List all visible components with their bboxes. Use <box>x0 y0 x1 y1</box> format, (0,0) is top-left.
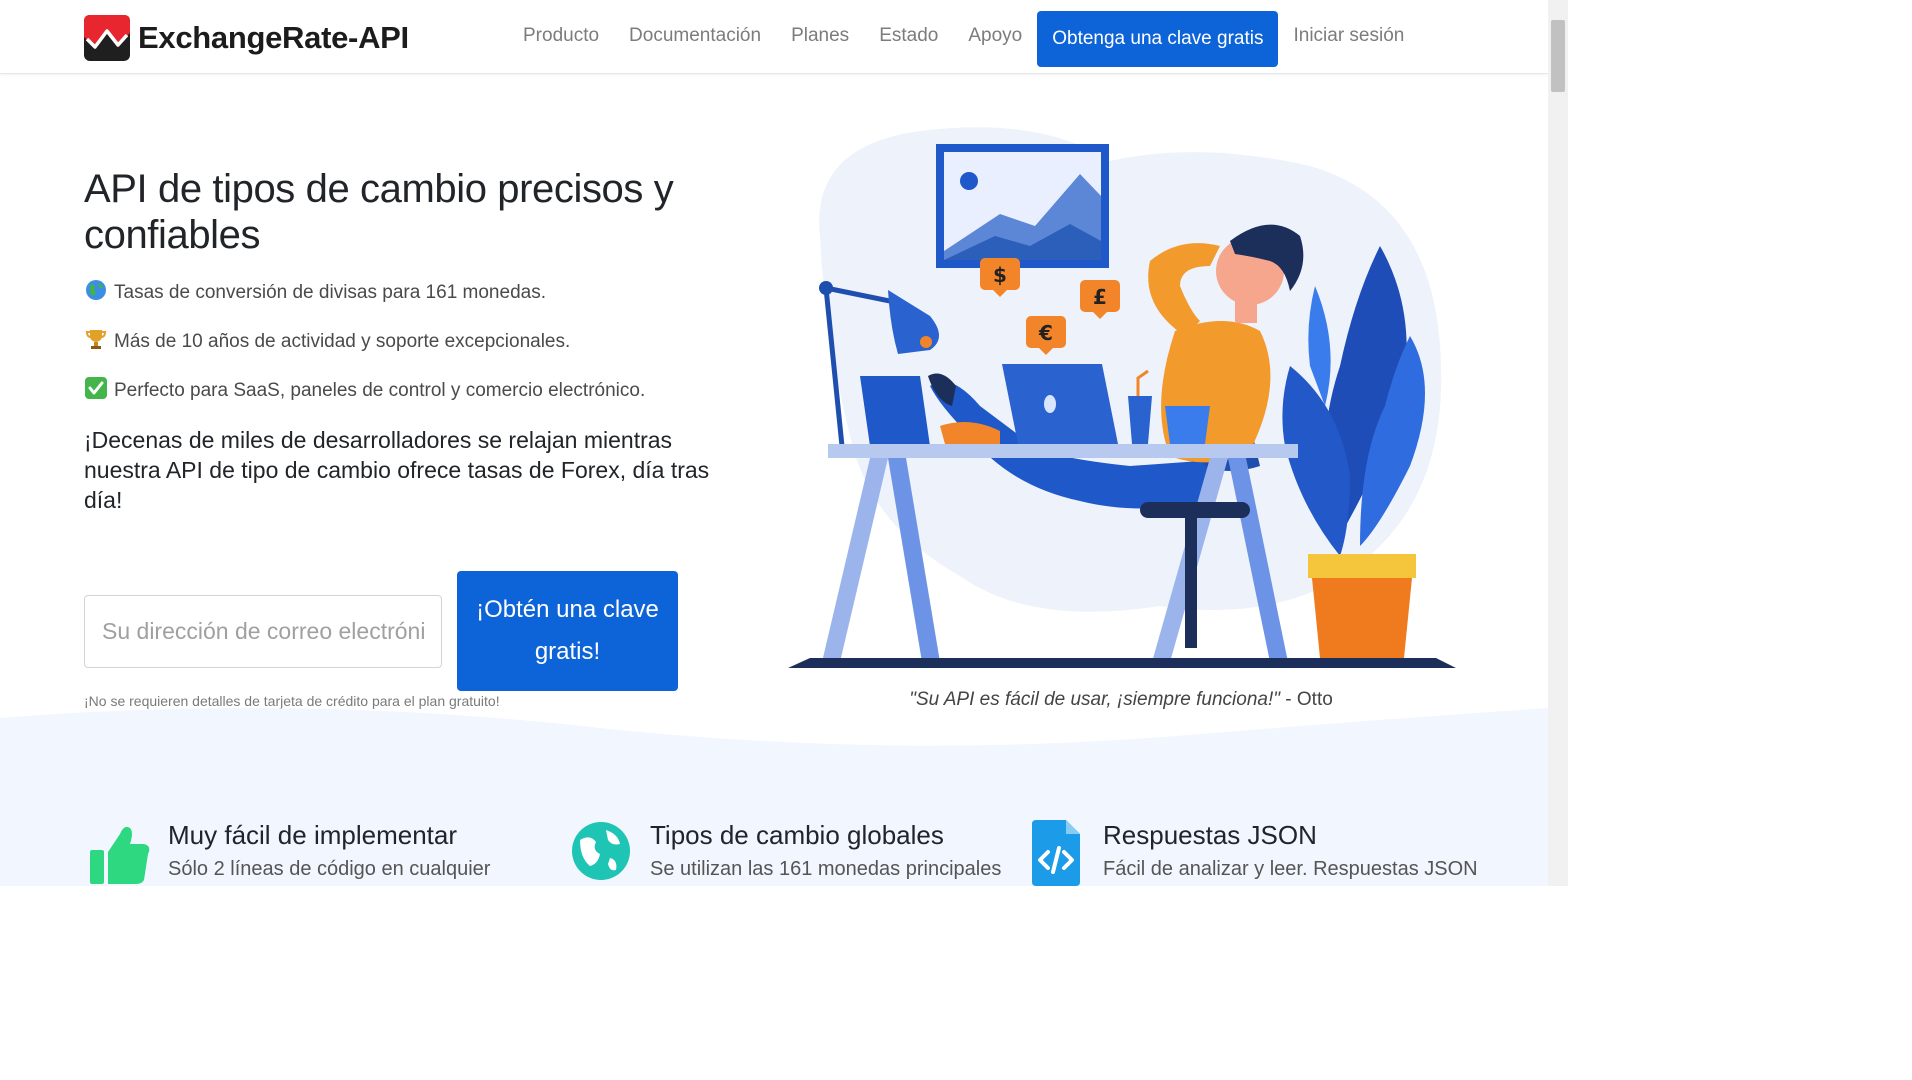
nav-link-apoyo[interactable]: Apoyo <box>953 25 1037 47</box>
feature-line-saas: Perfecto para SaaS, paneles de control y… <box>84 377 645 405</box>
feature-title: Muy fácil de implementar <box>168 820 457 850</box>
feature-desc: Sólo 2 líneas de código en cualquier <box>168 858 491 880</box>
brand-name: ExchangeRate-API <box>138 20 409 55</box>
scrollbar-thumb[interactable] <box>1551 20 1565 92</box>
hero-lead-text: ¡Decenas de miles de desarrolladores se … <box>84 427 710 513</box>
nav-link-estado[interactable]: Estado <box>864 25 953 47</box>
svg-text:$: $ <box>993 263 1007 287</box>
feature-title: Tipos de cambio globales <box>650 820 944 850</box>
relaxing-developer-illustration: $ £ € <box>788 127 1456 668</box>
feature-desc: Se utilizan las 161 monedas principales <box>650 858 1002 880</box>
hero-title: API de tipos de cambio precisos y confia… <box>84 167 674 257</box>
nav-link-documentacion[interactable]: Documentación <box>614 25 776 47</box>
nav-links: Producto Documentación Planes Estado Apo… <box>508 0 1419 72</box>
top-navbar: ExchangeRate-API Producto Documentación … <box>0 0 1548 74</box>
nav-link-producto[interactable]: Producto <box>508 25 614 47</box>
feature-text: Tasas de conversión de divisas para 161 … <box>114 282 546 303</box>
brand-logo-link[interactable]: ExchangeRate-API <box>84 14 409 62</box>
check-icon <box>84 377 108 405</box>
trophy-icon <box>84 328 108 356</box>
feature-title: Respuestas JSON <box>1103 820 1317 850</box>
feature-line-currencies: Tasas de conversión de divisas para 161 … <box>84 279 546 307</box>
feature-text: Más de 10 años de actividad y soporte ex… <box>114 331 571 352</box>
svg-text:£: £ <box>1093 285 1107 309</box>
get-free-key-nav-button[interactable]: Obtenga una clave gratis <box>1037 11 1279 67</box>
feature-desc: Fácil de analizar y leer. Respuestas JSO… <box>1103 858 1478 880</box>
get-free-key-button[interactable]: ¡Obtén una clave gratis! <box>457 571 678 691</box>
framed-mountain-picture <box>936 144 1109 268</box>
globe-icon <box>84 279 108 307</box>
page-scrollbar[interactable] <box>1548 0 1568 886</box>
globe-icon <box>572 822 630 880</box>
login-link[interactable]: Iniciar sesión <box>1278 25 1419 47</box>
nav-link-planes[interactable]: Planes <box>776 25 864 47</box>
chart-logo-icon <box>84 15 130 61</box>
svg-text:€: € <box>1038 321 1053 345</box>
feature-line-support: Más de 10 años de actividad y soporte ex… <box>84 328 570 356</box>
thumbs-up-icon <box>90 826 150 884</box>
feature-text: Perfecto para SaaS, paneles de control y… <box>114 380 646 401</box>
email-input[interactable] <box>84 595 442 668</box>
code-file-icon <box>1032 820 1080 886</box>
